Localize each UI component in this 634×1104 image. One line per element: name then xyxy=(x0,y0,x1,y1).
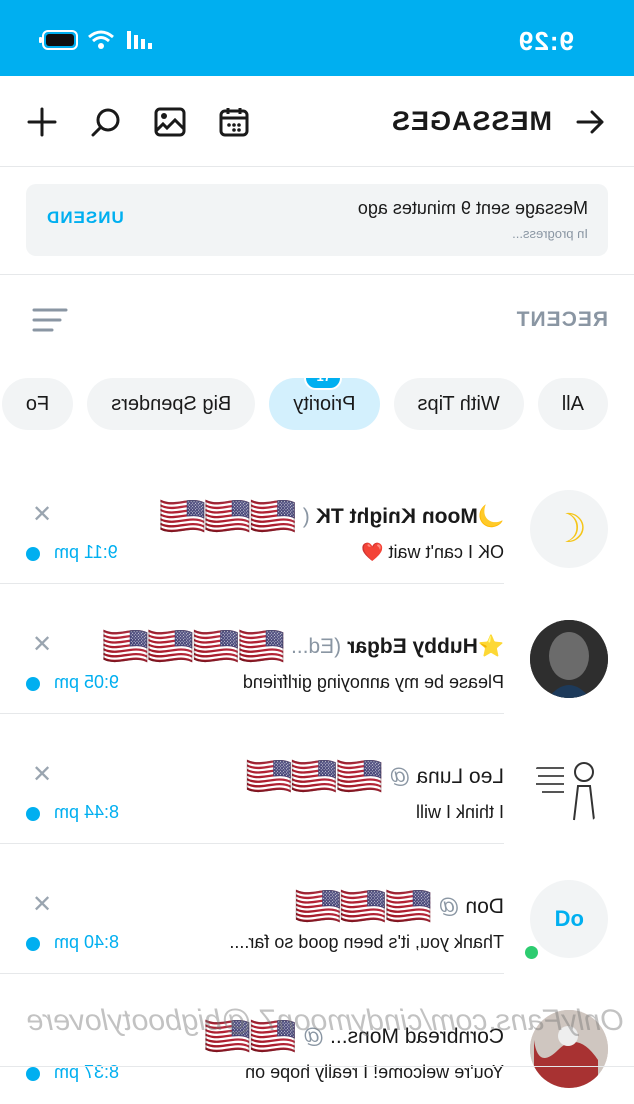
search-icon xyxy=(91,108,120,137)
mirrored-screen: 9:29 MESSAGES Message sent 9 minutes ago… xyxy=(0,0,634,1088)
contact-name: Leo Luna xyxy=(416,765,504,788)
moon-icon: ☾ xyxy=(551,507,587,551)
status-time: 9:29 xyxy=(517,26,574,56)
close-icon[interactable]: ✕ xyxy=(32,500,52,529)
message-preview: Please be my annoying girlfriend xyxy=(242,672,504,692)
back-arrow-icon[interactable] xyxy=(572,104,608,140)
calendar-button[interactable] xyxy=(214,102,254,142)
conversation-row[interactable]: ⭐Hubby Edgar (Ed... 🇺🇸🇺🇸🇺🇸🇺🇸 Please be m… xyxy=(0,584,634,714)
avatar[interactable] xyxy=(530,750,608,828)
status-indicators xyxy=(38,30,152,50)
avatar-sketch-icon xyxy=(530,750,608,828)
priority-count-badge: 17 xyxy=(304,378,343,390)
chip-label: Priority xyxy=(293,392,356,415)
message-preview: Thank you, it's been good so far.... xyxy=(229,932,504,952)
chip-with-tips[interactable]: With Tips xyxy=(393,378,524,430)
close-icon[interactable]: ✕ xyxy=(32,890,52,919)
conversation-header: Leo Luna @ 🇺🇸🇺🇸🇺🇸 xyxy=(84,756,504,798)
message-time: 9:11 pm xyxy=(54,542,118,562)
badge-count: 17 xyxy=(316,378,330,384)
avatar-initials: Do xyxy=(554,906,584,931)
avatar[interactable]: ☾ xyxy=(530,490,608,568)
filter-chips: All With Tips Priority 17 Big Spenders F… xyxy=(0,378,608,432)
close-icon[interactable]: ✕ xyxy=(32,630,52,659)
online-status-dot xyxy=(523,944,540,961)
flag-icons: 🇺🇸🇺🇸🇺🇸 xyxy=(296,886,433,928)
divider xyxy=(0,274,634,275)
avatar-photo-icon xyxy=(530,620,608,698)
signal-icon xyxy=(127,31,152,49)
image-icon xyxy=(154,107,186,137)
contact-name: 🌙Moon Knight TK xyxy=(315,505,504,528)
unread-indicator xyxy=(26,677,40,691)
contact-handle: @ xyxy=(438,895,460,918)
unread-indicator xyxy=(26,807,40,821)
message-preview: I think I will xyxy=(415,802,504,822)
unread-indicator xyxy=(26,547,40,561)
sort-filter-icon[interactable] xyxy=(32,306,68,334)
chip-label: With Tips xyxy=(417,392,500,415)
sending-status-text: In progress... xyxy=(512,226,588,241)
chip-all[interactable]: All xyxy=(537,378,608,430)
conversation-header: ⭐Hubby Edgar (Ed... 🇺🇸🇺🇸🇺🇸🇺🇸 xyxy=(84,626,504,668)
sending-message-text: Message sent 9 minutes ago xyxy=(357,198,588,218)
wifi-icon xyxy=(88,30,114,49)
chip-label: Big Spenders xyxy=(111,392,232,415)
bottom-divider xyxy=(0,1066,634,1067)
message-time: 8:44 pm xyxy=(54,802,120,822)
page-title: MESSAGES xyxy=(390,106,552,136)
conversation-row[interactable]: Cornbread Mons... @ 🇺🇸🇺🇸 You're welcome!… xyxy=(0,974,634,1104)
sending-status-card: Message sent 9 minutes ago In progress..… xyxy=(26,184,608,256)
chip-more[interactable]: Fo xyxy=(1,378,74,430)
conversation-header: Don @ 🇺🇸🇺🇸🇺🇸 xyxy=(84,886,504,928)
search-button[interactable] xyxy=(86,102,126,142)
header-actions xyxy=(22,102,254,142)
plus-icon xyxy=(27,107,57,137)
contact-name: Don xyxy=(465,895,504,918)
close-icon[interactable]: ✕ xyxy=(32,760,52,789)
conversation-row[interactable]: ☾ 🌙Moon Knight TK ( 🇺🇸🇺🇸🇺🇸 OK I can't wa… xyxy=(0,454,634,584)
avatar[interactable]: Do xyxy=(530,880,608,958)
unsend-button[interactable]: UNSEND xyxy=(46,208,124,228)
contact-handle: (Ed... xyxy=(290,635,342,658)
chip-big-spenders[interactable]: Big Spenders xyxy=(87,378,256,430)
chip-priority[interactable]: Priority 17 xyxy=(269,378,380,430)
message-preview: OK I can't wait ❤️ xyxy=(361,542,504,562)
watermark: OnlyFans.com/cindymoon7 @bigbootylovere xyxy=(26,1004,624,1037)
flag-icons: 🇺🇸🇺🇸🇺🇸🇺🇸 xyxy=(103,626,285,668)
media-button[interactable] xyxy=(150,102,190,142)
message-time: 8:40 pm xyxy=(54,932,120,952)
conversation-header: 🌙Moon Knight TK ( 🇺🇸🇺🇸🇺🇸 xyxy=(84,496,504,538)
status-bar: 9:29 xyxy=(0,0,634,76)
message-time: 9:05 pm xyxy=(54,672,120,692)
avatar[interactable] xyxy=(530,620,608,698)
messages-header: MESSAGES xyxy=(0,76,634,167)
chip-label: All xyxy=(561,392,584,415)
chip-label: Fo xyxy=(25,392,50,415)
conversation-row[interactable]: Do Don @ 🇺🇸🇺🇸🇺🇸 Thank you, it's been goo… xyxy=(0,844,634,974)
flag-icons: 🇺🇸🇺🇸🇺🇸 xyxy=(160,496,297,538)
unread-indicator xyxy=(26,937,40,951)
contact-handle: ( xyxy=(302,505,310,528)
battery-icon xyxy=(39,30,78,50)
contact-handle: @ xyxy=(389,765,411,788)
conversation-row[interactable]: Leo Luna @ 🇺🇸🇺🇸🇺🇸 I think I will ✕ 8:44 … xyxy=(0,714,634,844)
section-label-recent: RECENT xyxy=(515,308,608,331)
contact-name: ⭐Hubby Edgar xyxy=(347,635,504,658)
calendar-icon xyxy=(219,108,249,137)
new-message-button[interactable] xyxy=(22,102,62,142)
flag-icons: 🇺🇸🇺🇸🇺🇸 xyxy=(247,756,384,798)
